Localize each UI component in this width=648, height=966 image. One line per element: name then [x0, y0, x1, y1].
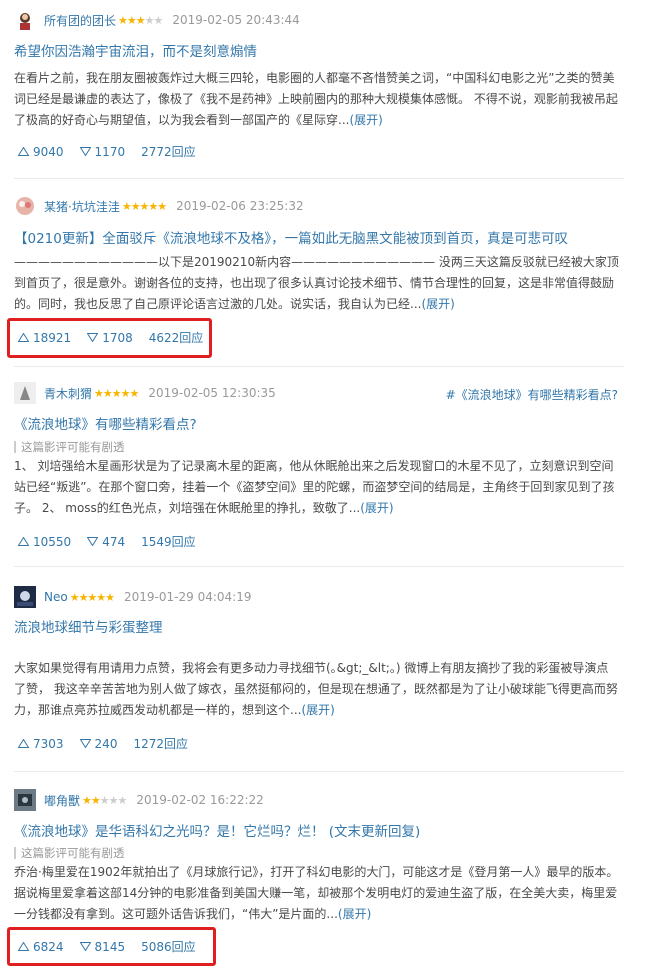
downvote-button[interactable]: 474 — [87, 535, 125, 549]
review-excerpt: ————————————以下是20190210新内容———————————— 没… — [14, 252, 620, 315]
avatar[interactable] — [14, 789, 36, 811]
author-name[interactable]: 某猪·坑坑洼洼 — [44, 198, 120, 215]
arrow-up-icon — [18, 739, 29, 748]
review-header: Neo ★★★★★ 2019-01-29 04:04:19 — [14, 586, 252, 608]
topic-link[interactable]: #《流浪地球》有哪些精彩看点? — [446, 386, 618, 403]
reply-link[interactable]: 2772回应 — [141, 143, 196, 160]
review-time: 2019-02-05 20:43:44 — [172, 13, 300, 27]
author-name[interactable]: 所有团的团长 — [44, 12, 116, 29]
review-time: 2019-02-06 23:25:32 — [176, 199, 304, 213]
divider — [14, 566, 624, 567]
avatar[interactable] — [14, 382, 36, 404]
review-title[interactable]: 《流浪地球》是华语科幻之光吗？是！它烂吗？烂！ (文末更新回复) — [14, 820, 420, 840]
downvote-button[interactable]: 240 — [79, 736, 118, 751]
divider — [14, 771, 624, 772]
avatar[interactable] — [14, 9, 36, 31]
spoiler-warning: 这篇影评可能有剧透 — [14, 441, 125, 453]
expand-link[interactable]: (展开) — [421, 297, 454, 311]
review-time: 2019-01-29 04:04:19 — [124, 590, 252, 604]
downvote-count: 240 — [94, 736, 118, 751]
upvote-count: 9040 — [33, 144, 64, 159]
downvote-button[interactable]: 1170 — [79, 144, 126, 159]
author-name[interactable]: Neo — [44, 590, 68, 604]
review-text: 乔治·梅里爱在1902年就拍出了《月球旅行记》，打开了科幻电影的大门，可能这才是… — [14, 865, 619, 921]
arrow-down-icon — [87, 537, 99, 546]
arrow-up-icon — [18, 147, 29, 156]
highlight-box — [7, 927, 216, 966]
arrow-down-icon — [79, 739, 91, 748]
avatar[interactable] — [14, 586, 36, 608]
review-header: 嘟角獸 ★★★★★ 2019-02-02 16:22:22 — [14, 789, 264, 811]
upvote-count: 7303 — [33, 736, 64, 751]
review-title[interactable]: 希望你因浩瀚宇宙流泪，而不是刻意煽情 — [14, 40, 257, 60]
rating-stars: ★★★★★ — [121, 199, 167, 213]
avatar[interactable] — [14, 195, 36, 217]
review-title[interactable]: 《流浪地球》有哪些精彩看点? — [14, 413, 197, 433]
author-name[interactable]: 嘟角獸 — [44, 792, 80, 809]
divider — [14, 366, 624, 367]
review-excerpt: 乔治·梅里爱在1902年就拍出了《月球旅行记》，打开了科幻电影的大门，可能这才是… — [14, 862, 620, 925]
rating-stars: ★★★★★ — [69, 590, 115, 604]
review-text: 1、 刘培强给木星画形状是为了记录离木星的距离，他从休眠舱出来之后发现窗口的木星… — [14, 459, 615, 515]
upvote-count: 10550 — [33, 534, 72, 549]
review-time: 2019-02-05 12:30:35 — [148, 386, 276, 400]
expand-link[interactable]: (展开) — [360, 501, 393, 515]
review-text: 在看片之前，我在朋友圈被轰炸过大概三四轮，电影圈的人都毫不吝惜赞美之词，“中国科… — [14, 71, 618, 127]
review-excerpt: 在看片之前，我在朋友圈被轰炸过大概三四轮，电影圈的人都毫不吝惜赞美之词，“中国科… — [14, 68, 620, 131]
spoiler-warning: 这篇影评可能有剧透 — [14, 847, 125, 859]
review-excerpt: 1、 刘培强给木星画形状是为了记录离木星的距离，他从休眠舱出来之后发现窗口的木星… — [14, 456, 620, 519]
review-actions: 10550 474 1549回应 — [18, 533, 196, 550]
review-time: 2019-02-02 16:22:22 — [136, 793, 264, 807]
review-text: ————————————以下是20190210新内容———————————— 没… — [14, 255, 619, 311]
reply-link[interactable]: 1272回应 — [133, 735, 188, 752]
reply-link[interactable]: 1549回应 — [141, 533, 196, 550]
arrow-up-icon — [18, 537, 29, 546]
arrow-down-icon — [79, 147, 91, 156]
highlight-box — [7, 318, 212, 358]
upvote-button[interactable]: 9040 — [18, 145, 64, 159]
rating-stars: ★★★★★ — [118, 13, 163, 27]
downvote-count: 1170 — [94, 144, 126, 159]
divider — [14, 178, 624, 179]
downvote-count: 474 — [102, 534, 126, 549]
review-title[interactable]: 【0210更新】全面驳斥《流浪地球不及格》，一篇如此无脑黑文能被顶到首页，真是可… — [14, 227, 568, 247]
review-actions: 9040 1170 2772回应 — [18, 143, 196, 160]
upvote-button[interactable]: 10550 — [18, 535, 71, 549]
review-title[interactable]: 流浪地球细节与彩蛋整理 — [14, 616, 163, 636]
review-actions: 7303 240 1272回应 — [18, 735, 188, 752]
review-header: 某猪·坑坑洼洼 ★★★★★ 2019-02-06 23:25:32 — [14, 196, 304, 216]
rating-stars: ★★★★★ — [94, 386, 139, 400]
expand-link[interactable]: (展开) — [301, 703, 334, 717]
expand-link[interactable]: (展开) — [349, 113, 382, 127]
expand-link[interactable]: (展开) — [338, 907, 371, 921]
review-header: 所有团的团长 ★★★★★ 2019-02-05 20:43:44 — [14, 9, 300, 31]
rating-stars: ★★★★★ — [82, 793, 127, 807]
review-excerpt: 大家如果觉得有用请用力点赞，我将会有更多动力寻找细节(｡&gt;_&lt;｡) … — [14, 658, 620, 721]
upvote-button[interactable]: 7303 — [18, 737, 64, 751]
author-name[interactable]: 青木刺猬 — [44, 385, 92, 402]
